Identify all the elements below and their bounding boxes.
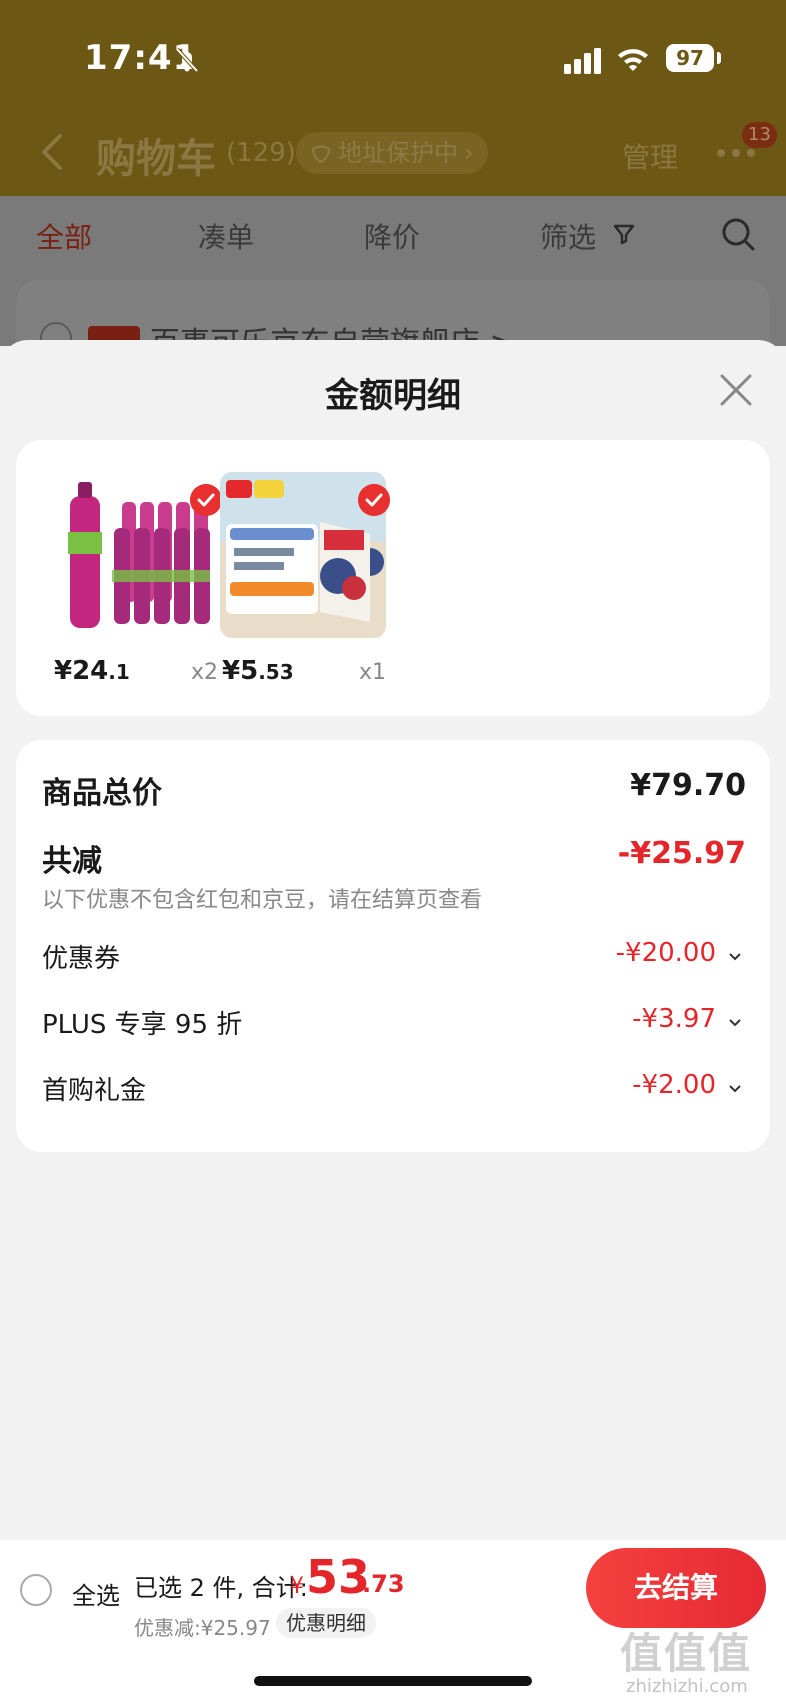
tab-filter[interactable]: 筛选 bbox=[540, 216, 596, 256]
discount-detail-button[interactable]: 优惠明细 bbox=[276, 1608, 376, 1638]
address-protect-label: 地址保护中 bbox=[338, 139, 458, 167]
coupon-value[interactable]: -¥20.00 bbox=[616, 938, 716, 968]
tab-combine[interactable]: 凑单 bbox=[198, 216, 254, 256]
manage-button[interactable]: 管理 bbox=[622, 136, 678, 176]
total-currency: ¥ bbox=[290, 1574, 304, 1599]
signal-icon bbox=[564, 48, 601, 74]
total-price-value: ¥79.70 bbox=[630, 768, 746, 803]
watermark-url: zhizhizhi.com bbox=[626, 1676, 748, 1697]
first-purchase-value[interactable]: -¥2.00 bbox=[632, 1070, 716, 1100]
discount-total-value: -¥25.97 bbox=[617, 836, 746, 871]
total-amount-decimal: .73 bbox=[362, 1570, 405, 1598]
tab-price-drop[interactable]: 降价 bbox=[364, 216, 420, 256]
checked-icon[interactable] bbox=[190, 484, 222, 516]
coupon-label: 优惠券 bbox=[42, 944, 121, 974]
plus-discount-label: PLUS 专享 95 折 bbox=[42, 1010, 243, 1040]
close-icon[interactable] bbox=[718, 372, 754, 408]
page-title: 购物车 bbox=[96, 136, 216, 182]
status-bar: 17:41 97 bbox=[0, 0, 786, 110]
address-protect-pill[interactable]: 地址保护中 › bbox=[296, 132, 488, 174]
search-icon[interactable] bbox=[720, 216, 756, 252]
discount-total-label: 共减 bbox=[42, 844, 102, 879]
watermark-logo: 值值值 bbox=[620, 1629, 753, 1678]
chevron-down-icon[interactable] bbox=[728, 952, 742, 962]
shield-icon bbox=[311, 145, 331, 164]
message-badge: 13 bbox=[742, 122, 777, 148]
more-icon[interactable] bbox=[716, 148, 756, 158]
battery-cap bbox=[717, 52, 721, 64]
cart-count: (129) bbox=[226, 138, 296, 168]
discount-amount: 优惠减:¥25.97 bbox=[134, 1616, 271, 1640]
battery-indicator: 97 bbox=[666, 44, 714, 72]
amount-detail-sheet: 金额明细 ¥24.1 x2 ¥5.53 x1 商品总价 ¥79.70 共减 -¥… bbox=[0, 340, 786, 1704]
first-purchase-label: 首购礼金 bbox=[42, 1076, 147, 1106]
home-indicator bbox=[254, 1676, 532, 1686]
chevron-right-icon: › bbox=[464, 139, 474, 167]
selected-summary: 已选 2 件, 合计: bbox=[134, 1574, 308, 1602]
chevron-down-icon[interactable] bbox=[728, 1084, 742, 1094]
checkout-button[interactable]: 去结算 bbox=[586, 1548, 766, 1628]
back-icon[interactable] bbox=[38, 132, 66, 172]
funnel-icon[interactable] bbox=[612, 222, 636, 246]
total-amount-integer: 53 bbox=[306, 1550, 371, 1604]
products-card: ¥24.1 x2 ¥5.53 x1 bbox=[16, 440, 770, 716]
filter-tabs: 全部 凑单 降价 筛选 bbox=[0, 196, 786, 276]
sheet-title: 金额明细 bbox=[325, 376, 461, 416]
plus-discount-value[interactable]: -¥3.97 bbox=[632, 1004, 716, 1034]
product-price: ¥24.1 bbox=[54, 656, 130, 686]
product-price: ¥5.53 bbox=[222, 656, 294, 686]
tab-all[interactable]: 全部 bbox=[36, 216, 92, 256]
chevron-down-icon[interactable] bbox=[728, 1018, 742, 1028]
price-summary-card: 商品总价 ¥79.70 共减 -¥25.97 以下优惠不包含红包和京豆，请在结算… bbox=[16, 740, 770, 1152]
product-quantity: x1 bbox=[358, 660, 386, 685]
bell-off-icon bbox=[175, 47, 199, 73]
total-price-label: 商品总价 bbox=[42, 776, 162, 811]
select-all-radio[interactable] bbox=[20, 1574, 52, 1606]
wifi-icon bbox=[618, 49, 648, 71]
nav-bar: 购物车 (129) 地址保护中 › 管理 13 bbox=[0, 110, 786, 196]
product-quantity: x2 bbox=[190, 660, 218, 685]
discount-note: 以下优惠不包含红包和京豆，请在结算页查看 bbox=[42, 888, 483, 913]
checked-icon[interactable] bbox=[358, 484, 390, 516]
select-all-label[interactable]: 全选 bbox=[72, 1576, 120, 1611]
